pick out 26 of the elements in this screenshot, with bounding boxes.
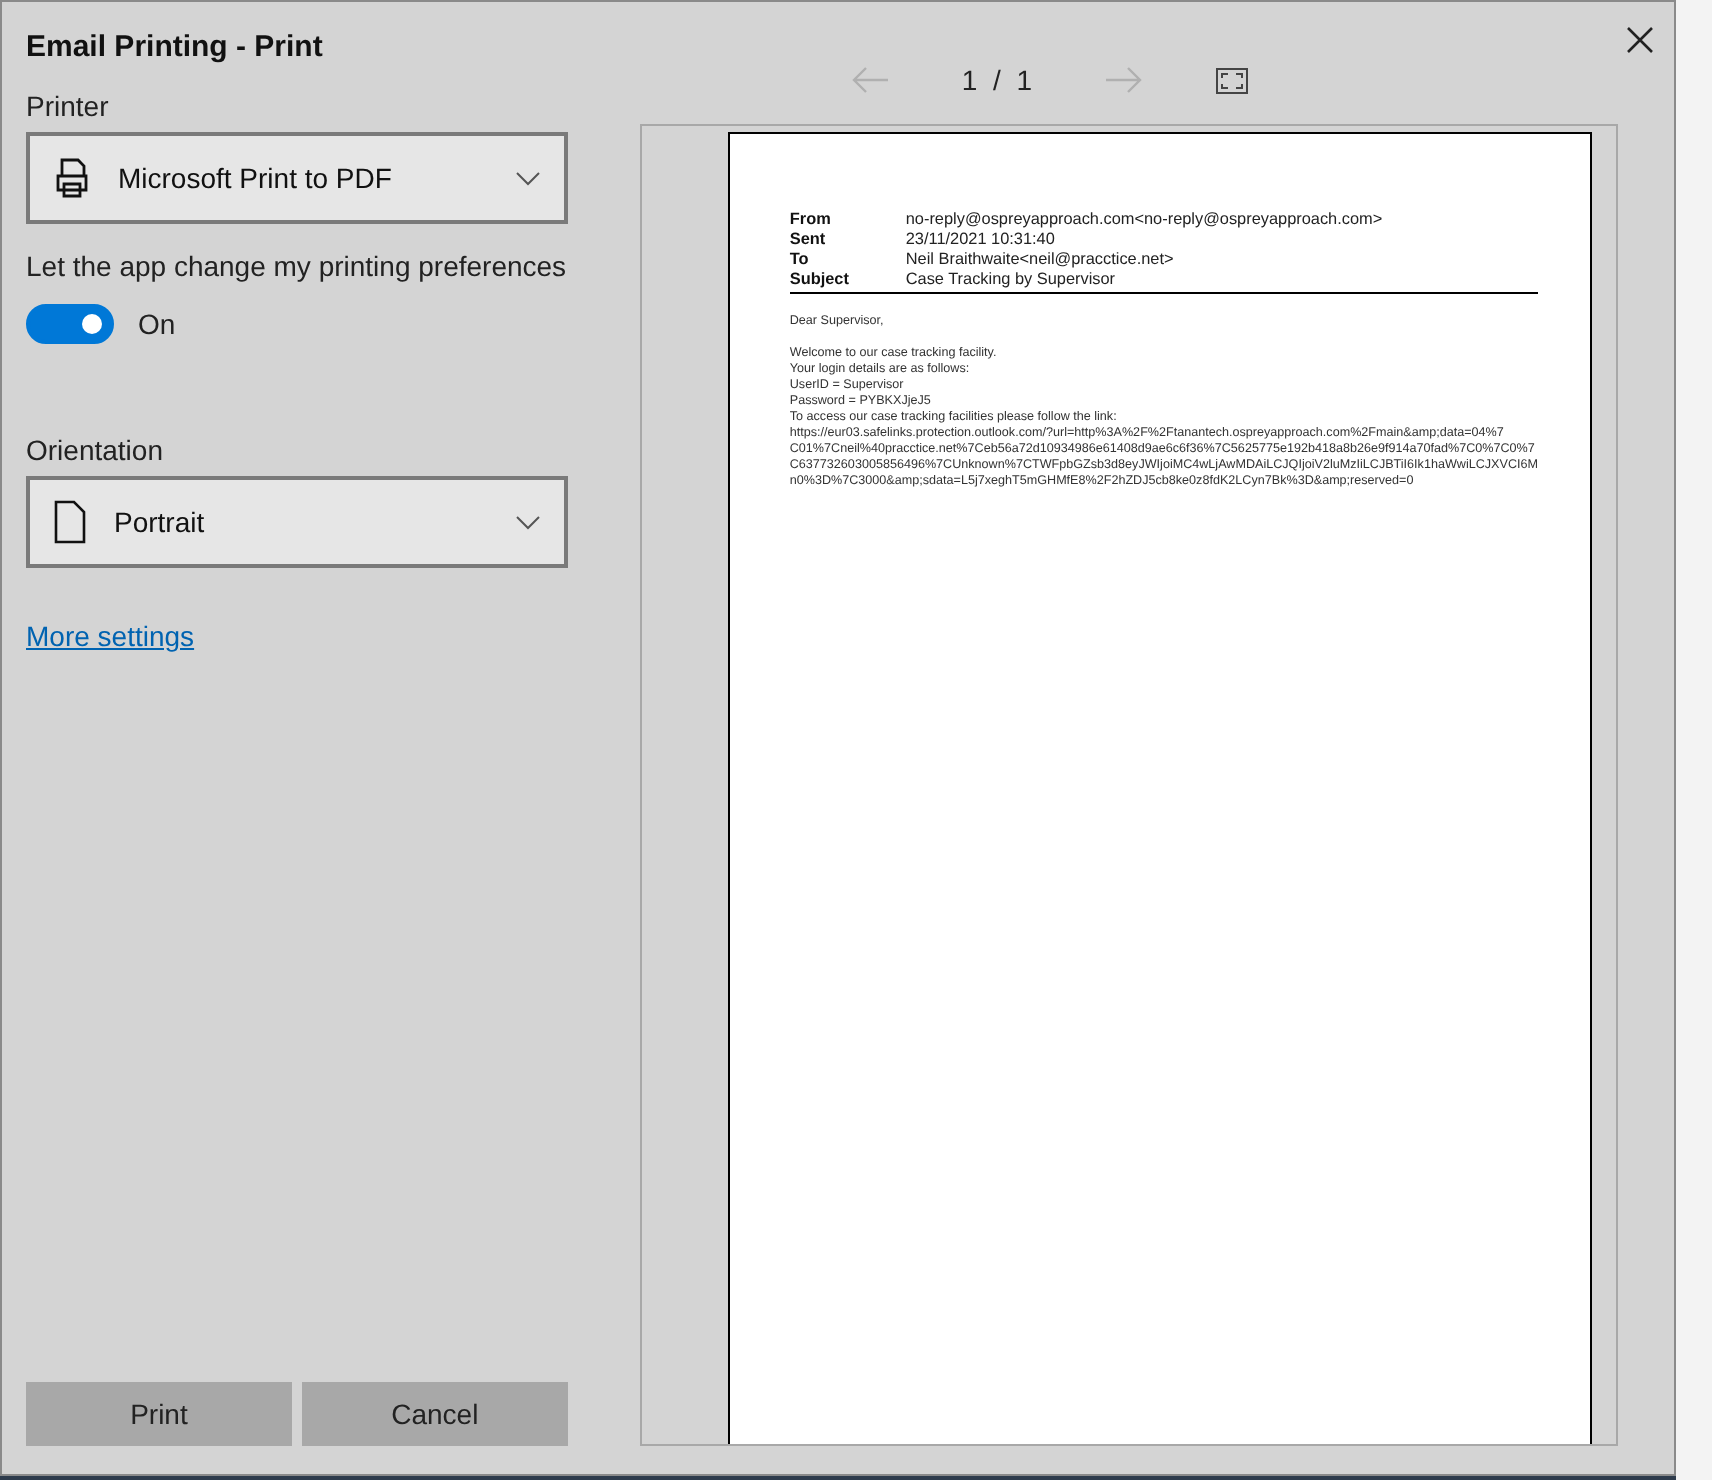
chevron-down-icon (515, 515, 540, 529)
dialog-button[interactable]: Print (26, 1382, 292, 1446)
fit-page-icon[interactable] (1216, 67, 1249, 93)
page-counter: 1 / 1 (961, 64, 1033, 96)
page-icon (54, 500, 86, 544)
header-value: Neil Braithwaite<neil@pracctice.net> (905, 250, 1176, 270)
printer-dropdown[interactable]: Microsoft Print to PDF (26, 132, 568, 224)
close-icon[interactable] (1626, 26, 1654, 54)
preferences-label: Let the app change my printing preferences (26, 250, 568, 282)
chevron-down-icon (515, 171, 540, 185)
orientation-dropdown[interactable]: Portrait (26, 476, 568, 568)
header-name: From (789, 210, 833, 230)
header-value: Case Tracking by Supervisor (905, 270, 1118, 290)
header-name: Subject (789, 270, 851, 290)
header-name: Sent (789, 230, 828, 250)
dialog-button[interactable]: Cancel (301, 1382, 568, 1446)
printer-icon (54, 158, 90, 198)
window-title: Email Printing - Print (24, 28, 325, 64)
orientation-label: Orientation (26, 434, 165, 466)
more-settings-link[interactable]: More settings (26, 620, 195, 652)
toggle-state-text: On (138, 308, 176, 340)
header-name: To (789, 250, 811, 270)
toggle-switch[interactable] (26, 304, 114, 344)
header-value: no-reply@ospreyapproach.com<no-reply@ospreyapproach.com> (905, 210, 1385, 230)
printer-label: Printer (26, 90, 111, 122)
header-value: 23/11/2021 10:31:40 (905, 230, 1057, 250)
